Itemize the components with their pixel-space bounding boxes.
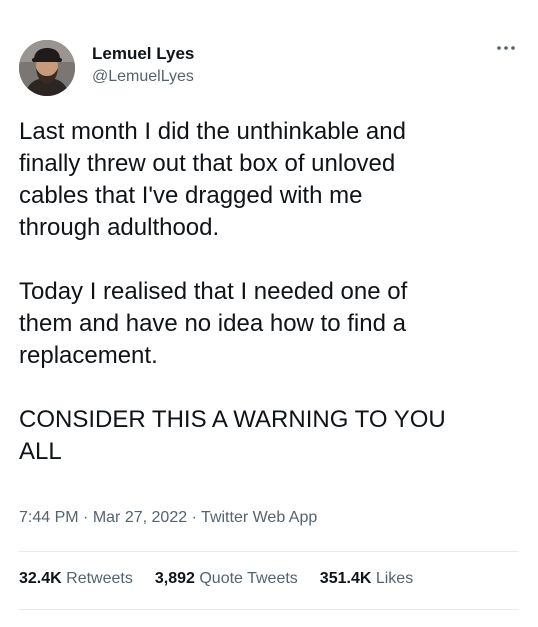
- author-handle[interactable]: @LemuelLyes: [92, 68, 194, 86]
- tweet-date[interactable]: Mar 27, 2022: [93, 509, 187, 526]
- tweet-card: Lemuel Lyes @LemuelLyes Last month I did…: [0, 0, 538, 627]
- retweets-label: Retweets: [66, 570, 133, 587]
- divider: [19, 609, 519, 610]
- tweet-stats: 32.4K Retweets 3,892 Quote Tweets 351.4K…: [19, 570, 413, 588]
- profile-photo: [19, 40, 75, 96]
- tweet-source[interactable]: Twitter Web App: [201, 509, 317, 526]
- more-options-icon[interactable]: [494, 40, 518, 56]
- quote-tweets-label: Quote Tweets: [199, 570, 298, 587]
- tweet-text: Last month I did the unthinkable and fin…: [19, 116, 519, 468]
- likes-count: 351.4K: [319, 570, 372, 587]
- retweets-stat[interactable]: 32.4K Retweets: [19, 570, 133, 588]
- tweet-meta: 7:44 PM · Mar 27, 2022 · Twitter Web App: [19, 509, 317, 527]
- author-name[interactable]: Lemuel Lyes: [92, 44, 194, 64]
- avatar[interactable]: [19, 40, 75, 96]
- likes-stat[interactable]: 351.4K Likes: [320, 570, 413, 588]
- divider: [19, 551, 519, 552]
- tweet-paragraph: CONSIDER THIS A WARNING TO YOU ALL: [19, 406, 446, 465]
- quote-tweets-stat[interactable]: 3,892 Quote Tweets: [155, 570, 298, 588]
- tweet-paragraph: Last month I did the unthinkable and fin…: [19, 118, 406, 241]
- retweets-count: 32.4K: [19, 570, 62, 587]
- meta-separator: ·: [83, 509, 89, 526]
- tweet-paragraph: Today I realised that I needed one of th…: [19, 278, 408, 369]
- tweet-time[interactable]: 7:44 PM: [19, 509, 79, 526]
- quote-tweets-count: 3,892: [154, 570, 195, 587]
- meta-separator: ·: [191, 509, 197, 526]
- likes-label: Likes: [375, 570, 414, 587]
